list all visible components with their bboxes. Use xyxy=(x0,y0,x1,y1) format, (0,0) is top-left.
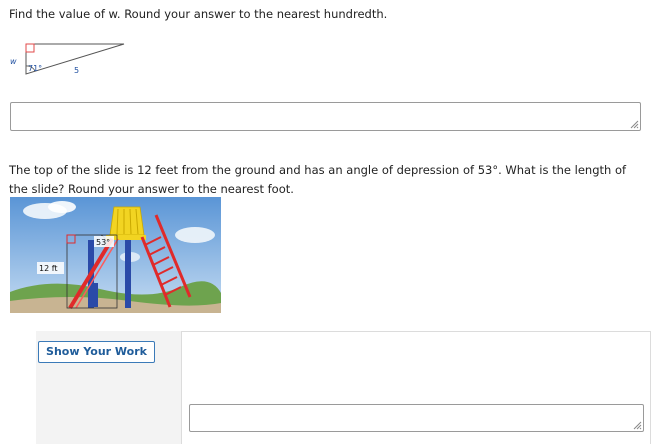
resize-grip-icon[interactable] xyxy=(630,120,639,129)
triangle-figure: w 71° 5 xyxy=(10,43,125,75)
question-2-answer-input[interactable] xyxy=(190,405,643,431)
triangle-angle-label: 71° xyxy=(28,64,42,73)
question-1-answer-input[interactable] xyxy=(11,103,640,130)
question-2-prompt: The top of the slide is 12 feet from the… xyxy=(9,163,627,196)
question-2-answer-field[interactable] xyxy=(189,404,644,432)
slide-height-label: 12 ft xyxy=(39,264,58,273)
slide-photo: 53° 12 ft xyxy=(10,197,221,313)
triangle-hypotenuse-label: 5 xyxy=(74,66,79,75)
question-1-answer-field[interactable] xyxy=(10,102,641,131)
triangle-side-w-label: w xyxy=(10,57,17,66)
show-your-work-button[interactable]: Show Your Work xyxy=(38,341,155,363)
slide-angle-label: 53° xyxy=(96,238,110,247)
resize-grip-icon[interactable] xyxy=(633,421,642,430)
question-1-prompt: Find the value of w. Round your answer t… xyxy=(9,7,388,21)
